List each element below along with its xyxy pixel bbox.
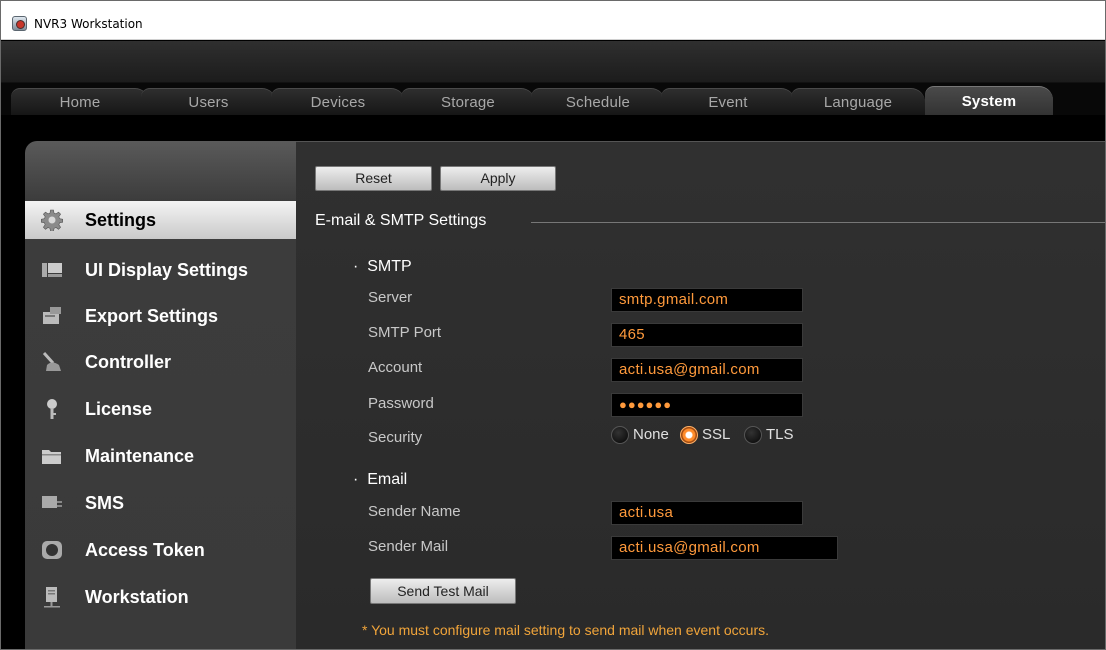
sidebar-item-access-token[interactable]: Access Token [25,531,296,569]
section-title: E-mail & SMTP Settings [315,212,487,229]
smtp-group-title: · SMTP [353,258,412,275]
email-group-title: · Email [353,471,408,488]
send-test-mail-button[interactable]: Send Test Mail [370,578,516,604]
smtp-port-label: SMTP Port [368,324,442,341]
gear-icon [41,209,63,231]
app-camera-icon [12,16,27,31]
sidebar-item-label: Export Settings [85,305,219,326]
sender-mail-input[interactable]: acti.usa@gmail.com [611,536,838,560]
sidebar-item-controller[interactable]: Controller [25,343,296,381]
sender-name-input[interactable]: acti.usa [611,501,803,525]
tab-devices[interactable]: Devices [271,88,405,115]
sidebar-item-label: Access Token [85,539,205,560]
sidebar-item-sms[interactable]: SMS [25,484,296,522]
header-bar [1,41,1105,83]
joystick-icon [42,351,61,371]
tab-event[interactable]: Event [661,88,795,115]
tab-home[interactable]: Home [11,88,149,115]
password-label: Password [368,395,434,412]
password-input[interactable]: ●●●●●● [611,393,803,417]
sidebar-item-label: Controller [85,351,172,372]
workstation-icon [44,587,60,608]
title-bar: NVR3 Workstation [1,1,1105,40]
server-label: Server [368,289,413,306]
account-input[interactable]: acti.usa@gmail.com [611,358,803,382]
config-note: * You must configure mail setting to sen… [362,622,769,638]
window-title: NVR3 Workstation [34,17,143,31]
sidebar-item-label: UI Display Settings [85,259,249,280]
display-icon [42,263,62,277]
sidebar-item-license[interactable]: License [25,390,296,428]
export-icon [43,307,61,324]
panel-divider [296,141,1105,142]
folder-icon [42,450,61,464]
tab-storage[interactable]: Storage [401,88,535,115]
app-window: NVR3 Workstation Home Users Devices Stor… [0,0,1106,650]
server-input[interactable]: smtp.gmail.com [611,288,803,312]
sidebar-item-label: License [85,398,153,419]
sidebar-item-label: Settings [85,209,157,230]
account-label: Account [368,359,423,376]
sidebar-item-maintenance[interactable]: Maintenance [25,437,296,475]
section-divider [531,222,1105,223]
tab-users[interactable]: Users [141,88,276,115]
security-ssl-label: SSL [702,426,731,443]
tab-system[interactable]: System [925,86,1053,115]
sms-icon [42,496,62,508]
key-icon [47,399,57,419]
sender-name-label: Sender Name [368,503,461,520]
sidebar-item-ui-display-settings[interactable]: UI Display Settings [25,251,296,289]
security-none-label: None [633,426,669,443]
security-tls-label: TLS [766,426,794,443]
sidebar-item-label: Workstation [85,586,189,607]
security-radio-none[interactable] [611,426,629,444]
apply-button[interactable]: Apply [440,166,556,191]
tab-language[interactable]: Language [791,88,925,115]
sidebar-item-settings[interactable]: Settings [25,201,296,239]
smtp-port-input[interactable]: 465 [611,323,803,347]
security-radio-tls[interactable] [744,426,762,444]
sender-mail-label: Sender Mail [368,538,449,555]
sidebar-item-label: Maintenance [85,445,195,466]
tab-schedule[interactable]: Schedule [531,88,665,115]
token-icon [42,541,62,559]
email-title-text: Email [367,471,408,488]
sidebar-item-export-settings[interactable]: Export Settings [25,297,296,335]
sidebar-item-workstation[interactable]: Workstation [25,578,296,616]
sidebar-item-label: SMS [85,492,125,513]
security-radio-ssl[interactable] [680,426,698,444]
reset-button[interactable]: Reset [315,166,432,191]
security-label: Security [368,429,423,446]
smtp-title-text: SMTP [367,258,412,275]
